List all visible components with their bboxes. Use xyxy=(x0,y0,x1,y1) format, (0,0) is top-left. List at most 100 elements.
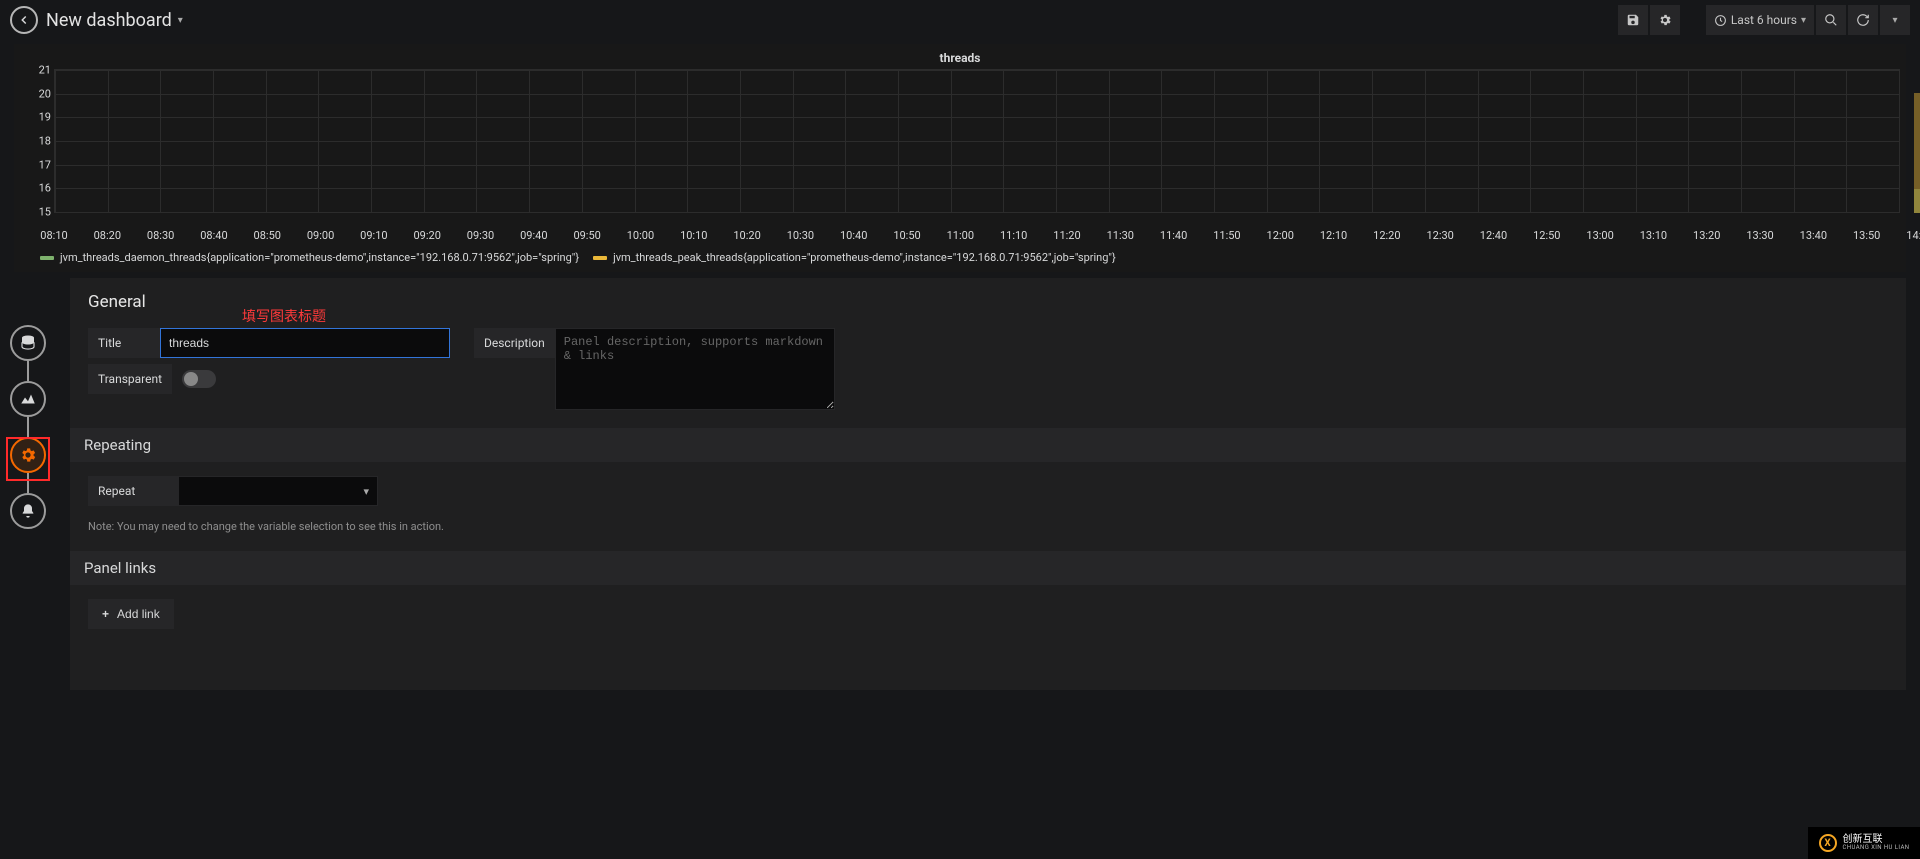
transparent-toggle[interactable] xyxy=(182,370,216,388)
refresh-interval-dropdown[interactable]: ▾ xyxy=(1880,5,1910,35)
description-label: Description xyxy=(474,328,555,358)
refresh-button[interactable] xyxy=(1848,5,1878,35)
repeat-note: Note: You may need to change the variabl… xyxy=(88,506,1888,533)
y-tick: 19 xyxy=(31,111,51,124)
section-repeating-heading[interactable]: Repeating xyxy=(70,428,1906,462)
caret-down-icon: ▾ xyxy=(178,15,183,26)
x-tick: 12:50 xyxy=(1533,229,1560,242)
description-field-group: Description xyxy=(474,328,835,410)
y-tick: 21 xyxy=(31,64,51,77)
x-tick: 10:40 xyxy=(840,229,867,242)
transparent-field-group: Transparent xyxy=(88,364,450,394)
section-panel-links-heading[interactable]: Panel links xyxy=(70,551,1906,585)
gear-icon xyxy=(1658,13,1672,27)
chart-grid: 15161718192021 xyxy=(54,69,1900,213)
caret-down-icon: ▾ xyxy=(1801,15,1806,26)
legend-item[interactable]: jvm_threads_peak_threads{application="pr… xyxy=(593,251,1116,264)
title-field-group: Title xyxy=(88,328,450,358)
save-button[interactable] xyxy=(1618,5,1648,35)
y-tick: 20 xyxy=(31,87,51,100)
zoom-out-button[interactable] xyxy=(1816,5,1846,35)
add-link-button[interactable]: + Add link xyxy=(88,599,174,629)
legend-label: jvm_threads_peak_threads{application="pr… xyxy=(613,251,1116,264)
repeat-label: Repeat xyxy=(88,476,178,506)
x-tick: 13:10 xyxy=(1640,229,1667,242)
arrow-left-icon xyxy=(17,13,31,27)
nav-alert[interactable] xyxy=(10,493,46,529)
legend-swatch-icon xyxy=(593,256,607,260)
x-tick: 08:20 xyxy=(94,229,121,242)
x-tick: 11:50 xyxy=(1213,229,1240,242)
nav-general[interactable] xyxy=(10,437,46,473)
top-bar: New dashboard ▾ Last 6 hours ▾ ▾ xyxy=(0,0,1920,40)
back-button[interactable] xyxy=(10,6,38,34)
y-tick: 15 xyxy=(31,206,51,219)
save-icon xyxy=(1626,13,1640,27)
annotation-text: 填写图表标题 xyxy=(242,306,326,326)
description-textarea[interactable] xyxy=(555,328,835,410)
watermark-sub: CHUANG XIN HU LIAN xyxy=(1843,845,1910,851)
top-actions xyxy=(1618,5,1680,35)
x-tick: 09:50 xyxy=(573,229,600,242)
x-tick: 10:20 xyxy=(733,229,760,242)
time-range-picker[interactable]: Last 6 hours ▾ xyxy=(1706,5,1814,35)
y-tick: 18 xyxy=(31,135,51,148)
title-label: Title xyxy=(88,328,160,358)
repeat-field-group: Repeat xyxy=(88,476,1888,506)
chart-area-icon xyxy=(19,390,37,408)
chart-bar[interactable] xyxy=(1914,93,1920,213)
chart-title: threads xyxy=(14,44,1906,69)
section-general-heading: General xyxy=(70,278,1906,322)
x-tick: 09:20 xyxy=(413,229,440,242)
x-tick: 09:40 xyxy=(520,229,547,242)
x-tick: 12:40 xyxy=(1480,229,1507,242)
x-tick: 11:00 xyxy=(947,229,974,242)
x-tick: 10:00 xyxy=(627,229,654,242)
x-tick: 13:50 xyxy=(1853,229,1880,242)
x-tick: 10:30 xyxy=(787,229,814,242)
dashboard-title: New dashboard xyxy=(46,10,172,31)
y-tick: 16 xyxy=(31,182,51,195)
caret-down-icon: ▾ xyxy=(1892,15,1897,26)
watermark-logo-icon: X xyxy=(1819,834,1837,852)
x-tick: 11:40 xyxy=(1160,229,1187,242)
panel-editor-nav xyxy=(10,325,46,529)
x-tick: 09:30 xyxy=(467,229,494,242)
x-tick: 08:50 xyxy=(254,229,281,242)
x-tick: 11:10 xyxy=(1000,229,1027,242)
title-input[interactable] xyxy=(160,328,450,358)
time-controls: Last 6 hours ▾ ▾ xyxy=(1706,5,1910,35)
x-tick: 12:00 xyxy=(1267,229,1294,242)
chart-legend: jvm_threads_daemon_threads{application="… xyxy=(14,245,1906,272)
legend-swatch-icon xyxy=(40,256,54,260)
watermark: X 创新互联 CHUANG XIN HU LIAN xyxy=(1808,827,1920,859)
x-tick: 12:10 xyxy=(1320,229,1347,242)
repeat-select[interactable] xyxy=(178,476,378,506)
nav-visualization[interactable] xyxy=(10,381,46,417)
x-tick: 08:40 xyxy=(200,229,227,242)
x-tick: 09:00 xyxy=(307,229,334,242)
dashboard-title-dropdown[interactable]: New dashboard ▾ xyxy=(46,10,183,31)
plus-icon: + xyxy=(102,607,109,621)
chart-body[interactable]: 15161718192021 xyxy=(34,69,1900,229)
x-tick: 10:50 xyxy=(893,229,920,242)
nav-queries[interactable] xyxy=(10,325,46,361)
x-tick: 10:10 xyxy=(680,229,707,242)
gear-icon xyxy=(19,446,37,464)
settings-button[interactable] xyxy=(1650,5,1680,35)
legend-label: jvm_threads_daemon_threads{application="… xyxy=(60,251,579,264)
bell-icon xyxy=(20,503,36,519)
time-range-label: Last 6 hours xyxy=(1731,13,1797,27)
x-tick: 08:30 xyxy=(147,229,174,242)
x-tick: 14:00 xyxy=(1906,229,1920,242)
x-tick: 13:20 xyxy=(1693,229,1720,242)
x-tick: 09:10 xyxy=(360,229,387,242)
chart-panel: threads 15161718192021 08:1008:2008:3008… xyxy=(14,44,1906,272)
x-tick: 12:30 xyxy=(1426,229,1453,242)
transparent-label: Transparent xyxy=(88,364,172,394)
panel-editor: General 填写图表标题 Title Transparent Descrip… xyxy=(70,278,1906,690)
x-tick: 13:00 xyxy=(1586,229,1613,242)
x-tick: 11:30 xyxy=(1107,229,1134,242)
chart-x-axis: 08:1008:2008:3008:4008:5009:0009:1009:20… xyxy=(34,229,1900,245)
legend-item[interactable]: jvm_threads_daemon_threads{application="… xyxy=(40,251,579,264)
